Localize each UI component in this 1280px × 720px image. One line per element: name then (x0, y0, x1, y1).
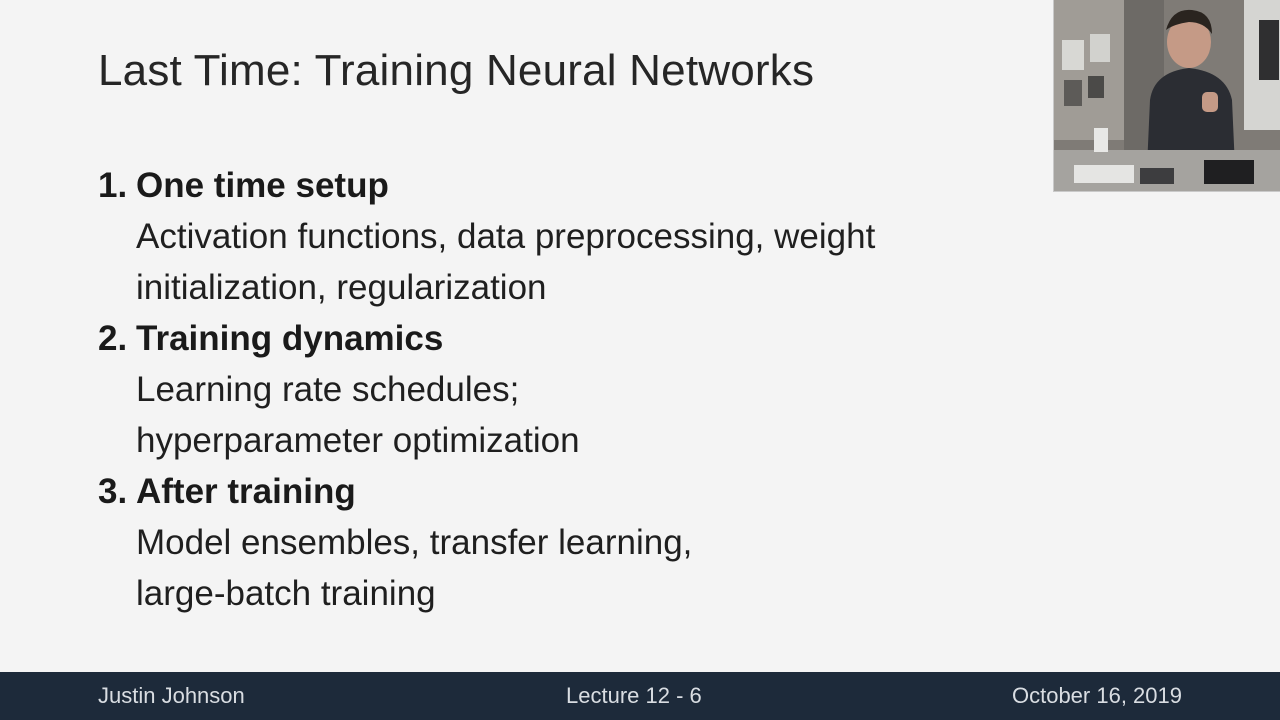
outline-item-detail: large-batch training (136, 574, 436, 613)
outline-item-number: 3. (98, 472, 128, 511)
outline-item-detail: Learning rate schedules; (136, 370, 520, 409)
slide-footer: Justin Johnson Lecture 12 - 6 October 16… (0, 672, 1280, 720)
slide-title: Last Time: Training Neural Networks (98, 46, 815, 95)
outline-item: 2. Training dynamics Learning rate sched… (98, 313, 1038, 466)
webcam-frame (1054, 0, 1280, 191)
webcam-video-inset (1053, 0, 1280, 192)
outline-list: 1. One time setup Activation functions, … (98, 160, 1038, 619)
outline-item-detail: initialization, regularization (136, 268, 547, 307)
outline-item-detail: Activation functions, data preprocessing… (136, 217, 876, 256)
outline-item-heading: 3. After training (98, 466, 1038, 517)
outline-item-heading: 1. One time setup (98, 160, 1038, 211)
footer-lecture: Lecture 12 - 6 (566, 683, 702, 708)
outline-item-title: Training dynamics (136, 319, 444, 358)
outline-item: 3. After training Model ensembles, trans… (98, 466, 1038, 619)
outline-item-title: After training (136, 472, 356, 511)
outline-item-title: One time setup (136, 166, 389, 205)
outline-item-heading: 2. Training dynamics (98, 313, 1038, 364)
outline-item-detail: hyperparameter optimization (136, 421, 580, 460)
outline-item: 1. One time setup Activation functions, … (98, 160, 1038, 313)
slide: Last Time: Training Neural Networks 1. O… (0, 0, 1280, 672)
outline-item-detail: Model ensembles, transfer learning, (136, 523, 693, 562)
footer-author: Justin Johnson (98, 683, 245, 708)
outline-item-number: 2. (98, 319, 128, 358)
outline-item-number: 1. (98, 166, 128, 205)
footer-date: October 16, 2019 (1011, 683, 1182, 708)
